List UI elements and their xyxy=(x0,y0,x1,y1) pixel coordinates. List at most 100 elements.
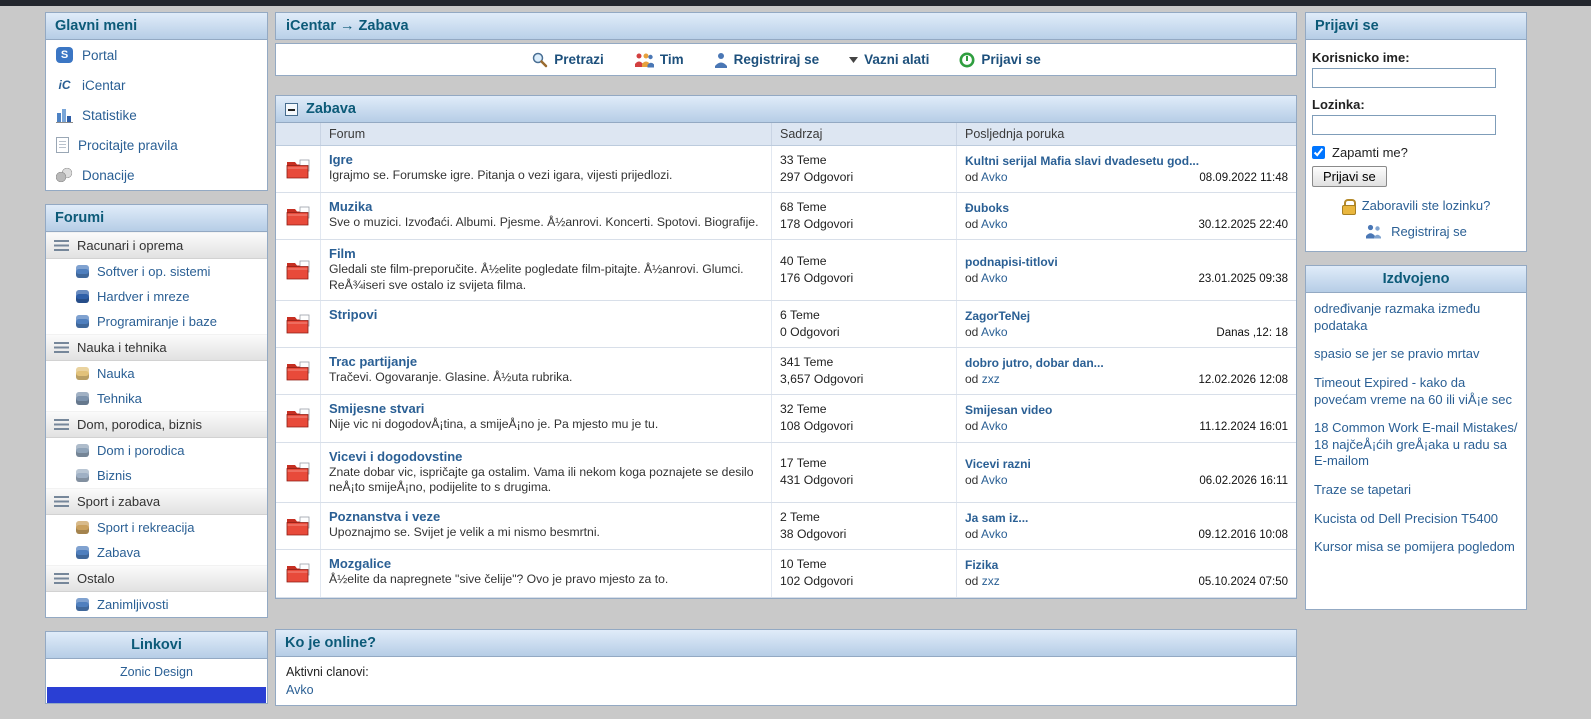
row-icon-cell xyxy=(276,240,320,300)
forums-menu-item[interactable]: Nauka xyxy=(46,361,267,386)
forums-menu-item[interactable]: Dom, porodica, biznis xyxy=(46,411,267,438)
featured-topic-link[interactable]: Kucista od Dell Precision T5400 xyxy=(1314,511,1518,528)
forums-menu-item[interactable]: Dom i porodica xyxy=(46,438,267,463)
last-post-title-link[interactable]: ZagorTeNej xyxy=(965,309,1288,323)
important-tools-button[interactable]: Vazni alati xyxy=(849,51,929,68)
row-icon-cell xyxy=(276,348,320,394)
forums-menu-item[interactable]: Softver i op. sistemi xyxy=(46,259,267,284)
folder-icon xyxy=(285,563,312,584)
username-field[interactable] xyxy=(1312,68,1496,88)
last-post-title-link[interactable]: Vicevi razni xyxy=(965,457,1288,471)
search-label: Pretrazi xyxy=(554,52,604,67)
forgot-password-link[interactable]: Zaboravili ste lozinku? xyxy=(1362,198,1491,213)
forum-cell: Mozgalice Å½elite da napregnete "sive če… xyxy=(320,550,771,596)
last-post-user-link[interactable]: zxz xyxy=(982,372,1000,386)
last-post-user-link[interactable]: zxz xyxy=(982,574,1000,588)
forum-name-link[interactable]: Poznanstva i veze xyxy=(329,509,440,524)
forums-menu-item-label: Tehnika xyxy=(97,391,142,406)
main-menu-item[interactable]: Procitajte pravila xyxy=(46,130,267,160)
main-menu-item[interactable]: Donacije xyxy=(46,160,267,190)
forums-menu-item[interactable]: Racunari i oprema xyxy=(46,232,267,259)
remember-me-checkbox[interactable] xyxy=(1312,146,1325,159)
last-post-user-link[interactable]: Avko xyxy=(981,170,1007,184)
forums-menu-header: Forumi xyxy=(46,205,267,232)
featured-topic-link[interactable]: Timeout Expired - kako da povećam vreme … xyxy=(1314,375,1518,408)
register-link[interactable]: Registriraj se xyxy=(1391,224,1467,239)
last-post-title-link[interactable]: Ja sam iz... xyxy=(965,511,1288,525)
forums-menu-item[interactable]: Sport i rekreacija xyxy=(46,515,267,540)
row-icon-cell xyxy=(276,443,320,503)
collapse-icon[interactable] xyxy=(285,103,298,116)
row-icon-cell xyxy=(276,193,320,239)
last-post-title-link[interactable]: dobro jutro, dobar dan... xyxy=(965,356,1288,370)
last-post-user-link[interactable]: Avko xyxy=(981,473,1007,487)
featured-topic-link[interactable]: Traze se tapetari xyxy=(1314,482,1518,499)
forum-table-title: Zabava xyxy=(306,101,356,117)
forum-name-link[interactable]: Film xyxy=(329,246,356,261)
by-label: od xyxy=(965,271,978,285)
banner-strip[interactable] xyxy=(47,687,266,703)
menu-item-icon xyxy=(56,107,73,123)
last-post-title-link[interactable]: Fizika xyxy=(965,558,1288,572)
password-field[interactable] xyxy=(1312,115,1496,135)
external-link[interactable]: Zonic Design xyxy=(46,659,267,685)
table-row: Vicevi i dogodovstine Znate dobar vic, i… xyxy=(276,443,1296,504)
forums-menu-list: Racunari i oprema Softver i op. sistemi … xyxy=(46,232,267,617)
forums-menu-item[interactable]: Hardver i mreze xyxy=(46,284,267,309)
links-list: Zonic Design xyxy=(46,659,267,685)
forum-name-link[interactable]: Mozgalice xyxy=(329,556,391,571)
forums-menu-item[interactable]: Nauka i tehnika xyxy=(46,334,267,361)
forums-menu-item[interactable]: Sport i zabava xyxy=(46,488,267,515)
active-member-link[interactable]: Avko xyxy=(286,683,314,697)
forums-menu-item-label: Sport i zabava xyxy=(77,494,160,509)
featured-topic-link[interactable]: 18 Common Work E-mail Mistakes/ 18 najče… xyxy=(1314,420,1518,470)
featured-topic-link[interactable]: Kursor misa se pomijera pogledom xyxy=(1314,539,1518,556)
search-button[interactable]: Pretrazi xyxy=(531,51,604,68)
forum-name-link[interactable]: Trac partijanje xyxy=(329,354,417,369)
last-post-title-link[interactable]: podnapisi-titlovi xyxy=(965,255,1288,269)
register-icon xyxy=(714,52,728,68)
breadcrumb-parent-link[interactable]: iCentar xyxy=(286,18,336,34)
featured-topic-link[interactable]: spasio se jer se pravio mrtav xyxy=(1314,346,1518,363)
last-post-meta: od Avko 30.12.2025 22:40 xyxy=(965,217,1288,231)
last-post-cell: ZagorTeNej od Avko Danas ,12: 18 xyxy=(956,301,1296,347)
forum-table-panel: Zabava Forum Sadrzaj Posljednja poruka xyxy=(275,95,1297,599)
team-button[interactable]: Tim xyxy=(634,51,684,68)
register-button[interactable]: Registriraj se xyxy=(714,51,820,68)
login-submit-button[interactable]: Prijavi se xyxy=(1312,166,1387,187)
forums-menu-item[interactable]: Biznis xyxy=(46,463,267,488)
featured-topic-link[interactable]: određivanje razmaka između podataka xyxy=(1314,301,1518,334)
last-post-title-link[interactable]: Smijesan video xyxy=(965,403,1288,417)
forum-name-link[interactable]: Smijesne stvari xyxy=(329,401,424,416)
forum-name-link[interactable]: Muzika xyxy=(329,199,372,214)
forum-name-link[interactable]: Igre xyxy=(329,152,353,167)
folder-icon xyxy=(285,462,312,483)
forums-menu-item-label: Dom, porodica, biznis xyxy=(77,417,202,432)
col-header-content: Sadrzaj xyxy=(771,123,956,145)
folder-icon xyxy=(285,516,312,537)
folder-icon xyxy=(285,159,312,180)
last-post-title-link[interactable]: Kultni serijal Mafia slavi dvadesetu god… xyxy=(965,154,1288,168)
main-menu-item[interactable]: Statistike xyxy=(46,100,267,130)
stats-cell: 32 Teme 108 Odgovori xyxy=(771,395,956,441)
forum-name-link[interactable]: Stripovi xyxy=(329,307,377,322)
last-post-title-link[interactable]: Đuboks xyxy=(965,201,1288,215)
main-menu-item[interactable]: Portal xyxy=(46,40,267,70)
login-button-toolbar[interactable]: Prijavi se xyxy=(959,51,1040,68)
last-post-cell: Ja sam iz... od Avko 09.12.2016 10:08 xyxy=(956,503,1296,549)
forum-category-icon xyxy=(76,290,89,303)
last-post-user-link[interactable]: Avko xyxy=(981,325,1007,339)
forum-name-link[interactable]: Vicevi i dogodovstine xyxy=(329,449,462,464)
last-post-user-link[interactable]: Avko xyxy=(981,271,1007,285)
by-label: od xyxy=(965,419,978,433)
online-panel: Ko je online? Aktivni clanovi: Avko xyxy=(275,629,1297,706)
last-post-user-link[interactable]: Avko xyxy=(981,217,1007,231)
last-post-user-link[interactable]: Avko xyxy=(981,527,1007,541)
forums-menu-item[interactable]: Programiranje i baze xyxy=(46,309,267,334)
main-menu-item[interactable]: iCentar xyxy=(46,70,267,100)
forums-menu-item[interactable]: Zanimljivosti xyxy=(46,592,267,617)
last-post-user-link[interactable]: Avko xyxy=(981,419,1007,433)
forums-menu-item[interactable]: Zabava xyxy=(46,540,267,565)
forums-menu-item[interactable]: Ostalo xyxy=(46,565,267,592)
forums-menu-item[interactable]: Tehnika xyxy=(46,386,267,411)
